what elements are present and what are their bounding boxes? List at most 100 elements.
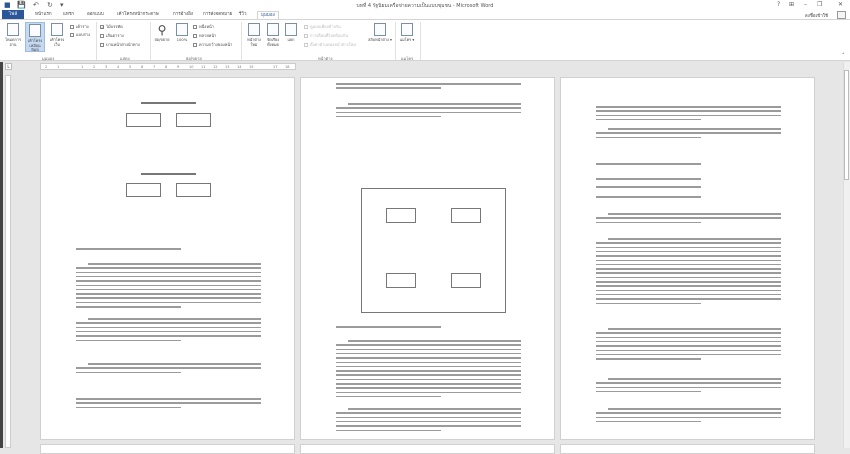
text-line	[336, 378, 521, 381]
ruler-mark: 12	[213, 65, 218, 69]
text-line	[336, 361, 521, 364]
one-page-icon	[193, 25, 197, 29]
diagram-shape	[176, 113, 211, 127]
arrange-all-button[interactable]: จัดเรียงทั้งหมด	[263, 22, 283, 52]
tab-references[interactable]: การอ้างอิง	[170, 10, 196, 19]
new-window-label: หน้าต่างใหม่	[247, 37, 261, 47]
text-line	[76, 284, 261, 287]
read-mode-label: โหมดการอ่าน	[5, 37, 21, 47]
avatar[interactable]	[837, 11, 846, 19]
text-line	[336, 425, 521, 427]
ribbon-display-options-button[interactable]: ⊞	[789, 1, 794, 8]
page-width-icon	[193, 43, 197, 47]
reset-window-position-button[interactable]: ตั้งค่าตำแหน่งหน้าต่างใหม่	[304, 42, 356, 48]
text-line	[336, 365, 521, 368]
horizontal-ruler[interactable]: 2 1 1 2 3 4 5 6 7 8 9 10 11 12 13 14 15 17 18	[40, 63, 296, 70]
split-button[interactable]: แยก	[281, 22, 301, 52]
text-line	[88, 263, 261, 265]
new-window-button[interactable]: หน้าต่างใหม่	[244, 22, 264, 52]
macros-button[interactable]: แมโคร ▾	[397, 22, 417, 52]
close-button[interactable]: ✕	[838, 1, 843, 8]
checkbox-icon	[100, 43, 104, 47]
page-width-button[interactable]: ความกว้างของหน้า	[193, 42, 232, 48]
zoom-label: ย่อ/ขยาย	[154, 37, 170, 42]
text-line	[596, 242, 781, 244]
collapse-ribbon-icon[interactable]: ˄	[842, 53, 845, 59]
ruler-mark: 7	[153, 65, 156, 69]
text-line	[596, 302, 701, 305]
ruler-checkbox[interactable]: ✓ ไม้บรรทัด	[100, 24, 123, 30]
text-line	[608, 128, 781, 130]
text-line	[596, 246, 781, 249]
switch-windows-button[interactable]: สลับหน้าต่าง ▾	[368, 22, 392, 52]
document-page-5[interactable]	[300, 444, 555, 454]
new-window-icon	[248, 23, 260, 36]
text-line	[336, 395, 441, 398]
text-line	[596, 293, 781, 296]
text-line	[596, 114, 781, 117]
ruler-mark: 9	[177, 65, 180, 69]
text-line	[596, 186, 701, 188]
scrollbar-thumb[interactable]	[844, 70, 849, 180]
zoom-100-label: 100%	[176, 37, 188, 42]
outline-icon	[70, 25, 74, 29]
text-line	[76, 271, 261, 274]
diagram-shape	[141, 102, 196, 104]
text-line	[596, 336, 781, 339]
text-line	[596, 345, 781, 347]
draft-button[interactable]: แบบร่าง	[70, 32, 90, 38]
tab-insert[interactable]: แทรก	[60, 10, 77, 19]
split-icon	[285, 23, 297, 36]
multiple-pages-button[interactable]: หลายหน้า	[193, 33, 216, 39]
ribbon-tabs: ไฟล์ หน้าแรก แทรก ออกแบบ เค้าโครงหน้ากระ…	[0, 10, 850, 20]
zoom-button[interactable]: ⚲ ย่อ/ขยาย	[152, 22, 172, 52]
document-page-1[interactable]	[40, 77, 295, 440]
text-line	[76, 367, 261, 369]
zoom-100-button[interactable]: 100%	[172, 22, 192, 52]
text-line	[76, 402, 261, 404]
divider	[96, 22, 97, 60]
text-line	[336, 87, 441, 89]
restore-button[interactable]: ❐	[817, 1, 822, 8]
tab-design[interactable]: ออกแบบ	[84, 10, 107, 19]
gridlines-checkbox[interactable]: เส้นตาราง	[100, 33, 124, 39]
tab-mailings[interactable]: การส่งจดหมาย	[200, 10, 235, 19]
document-page-3[interactable]	[560, 77, 815, 440]
read-mode-button[interactable]: โหมดการอ่าน	[3, 22, 23, 52]
vertical-ruler[interactable]	[5, 75, 11, 448]
document-page-2[interactable]	[300, 77, 555, 440]
group-label-macros: แมโคร	[401, 56, 414, 61]
text-line	[336, 416, 521, 419]
multiple-pages-icon	[193, 34, 197, 38]
sign-in-link[interactable]: ลงชื่อเข้าใช้	[805, 12, 828, 19]
checkbox-icon	[100, 34, 104, 38]
document-page-6[interactable]	[560, 444, 815, 454]
text-line	[76, 339, 181, 342]
document-page-4[interactable]	[40, 444, 295, 454]
reset-position-icon	[304, 43, 308, 47]
text-line	[336, 107, 521, 109]
outline-button[interactable]: เค้าร่าง	[70, 24, 89, 30]
help-button[interactable]: ?	[777, 1, 780, 8]
text-line	[336, 326, 441, 328]
synchronous-scrolling-button[interactable]: การเลื่อนที่ไปพร้อมกัน	[304, 33, 348, 39]
one-page-button[interactable]: หนึ่งหน้า	[193, 24, 214, 30]
web-layout-button[interactable]: เค้าโครงเว็บ	[47, 22, 67, 52]
group-label-show: แสดง	[120, 56, 130, 61]
tab-selector-button[interactable]: L	[5, 63, 12, 70]
text-line	[596, 263, 781, 266]
tab-review[interactable]: รีวิว	[236, 10, 249, 19]
tab-home[interactable]: หน้าแรก	[32, 10, 55, 19]
ruler-mark: 18	[285, 65, 290, 69]
tab-layout[interactable]: เค้าโครงหน้ากระดาษ	[114, 10, 162, 19]
text-line	[76, 297, 261, 299]
side-by-side-button[interactable]: ดูแบบเคียงข้างกัน	[304, 24, 341, 30]
ruler-mark: 1	[81, 65, 84, 69]
print-layout-icon	[29, 24, 41, 37]
text-line	[76, 406, 181, 409]
text-line	[76, 293, 261, 295]
navigation-pane-checkbox[interactable]: บานหน้าต่างนำทาง	[100, 42, 140, 48]
tab-file[interactable]: ไฟล์	[2, 10, 24, 19]
print-layout-button[interactable]: เค้าโครงเหมือนพิมพ์	[25, 22, 45, 52]
minimize-button[interactable]: –	[804, 1, 807, 8]
